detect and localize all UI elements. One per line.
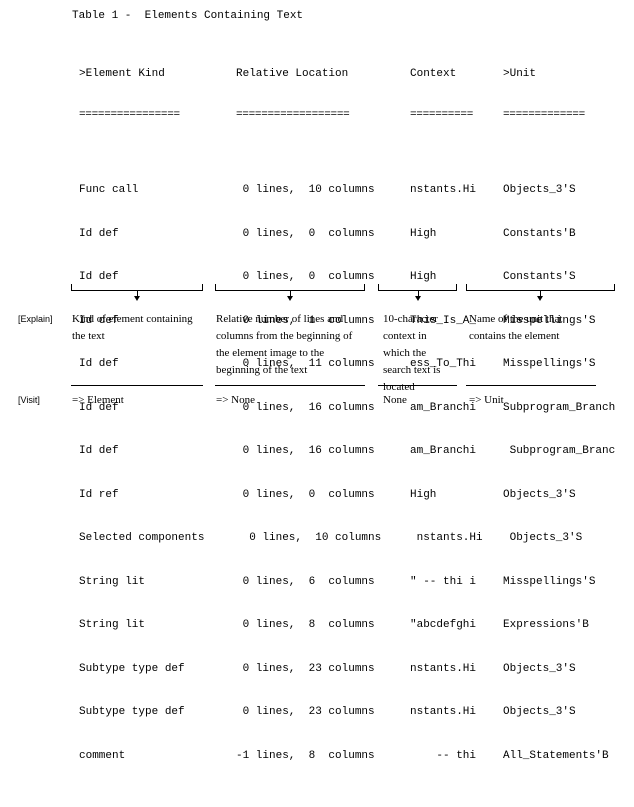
table-cell-kind: Subtype type def: [79, 662, 185, 675]
brace-context: [378, 284, 457, 301]
table-cell-context: -- thi: [410, 749, 477, 762]
table-cell-location: 0 lines, 0 columns: [236, 271, 375, 283]
visit-unit-link[interactable]: => Unit: [469, 392, 504, 409]
visit-label: [Visit]: [18, 395, 40, 405]
context-cells: nstants.Hi High High This_Is_A_ ess_To_T…: [410, 154, 483, 792]
table-cell-location: 0 lines, 16 columns: [236, 445, 375, 457]
table-cell-context: High: [410, 227, 437, 240]
table-cell-unit: All_Statements'B: [503, 749, 609, 762]
table-cell-unit: Objects_3'S: [503, 706, 576, 718]
table-cell-context: nstants.Hi: [410, 662, 477, 675]
table-cell-context: nstants.Hi: [410, 706, 477, 718]
table-cell-kind: Selected components: [79, 532, 205, 544]
table-cell-unit: Objects_3'S: [503, 532, 583, 544]
table-cell-location: 0 lines, 23 columns: [236, 662, 375, 675]
column-header-context: Context: [410, 68, 457, 80]
brace-unit: [466, 284, 615, 301]
table-cell-kind: Id def: [79, 445, 119, 457]
column-header-element-kind: >Element Kind: [79, 68, 165, 80]
table-cell-unit: Constants'B: [503, 227, 576, 240]
table-cell-kind: Id def: [79, 271, 119, 283]
table-cell-unit: Objects_3'S: [503, 488, 576, 501]
explain-unit: Name of the unit that contains the eleme…: [469, 313, 563, 342]
table-cell-location: 0 lines, 16 columns: [236, 401, 375, 414]
table-cell-unit: Constants'S: [503, 271, 576, 283]
divider: [215, 385, 365, 386]
table-cell-context: am_Branchi: [410, 445, 477, 457]
explain-relative-location: Relative number of lines and columns fro…: [216, 313, 353, 376]
table-cell-location: 0 lines, 6 columns: [236, 575, 375, 588]
table-cell-unit: Subprogram_Branch: [503, 401, 616, 414]
divider: [378, 385, 457, 386]
table-title: Table 1 - Elements Containing Text: [72, 10, 304, 22]
table-cell-kind: Id def: [79, 227, 119, 240]
table-cell-unit: Misspellings'S: [503, 575, 596, 588]
arrowhead-icon: [415, 296, 421, 301]
table-cell-location: 0 lines, 10 columns: [236, 532, 382, 544]
explain-element-kind: Kind of element containing the text: [72, 313, 193, 342]
table-cell-context: " -- thi i: [410, 575, 477, 588]
brace-element-kind: [71, 284, 203, 301]
table-cell-location: 0 lines, 0 columns: [236, 488, 375, 501]
table-cell-context: High: [410, 488, 437, 501]
column-separator: ==========: [410, 110, 474, 121]
table-cell-location: 0 lines, 23 columns: [236, 706, 375, 718]
table-cell-kind: comment: [79, 749, 126, 762]
table-cell-location: 0 lines, 10 columns: [236, 184, 375, 196]
column-separator: ==================: [236, 110, 350, 121]
kind-cells: Func call Id def Id def Id def Id def Id…: [79, 154, 204, 792]
table-cell-kind: Id def: [79, 358, 119, 370]
column-header-relative-location: Relative Location: [236, 68, 349, 80]
arrowhead-icon: [287, 296, 293, 301]
table-cell-context: nstants.Hi: [410, 532, 483, 544]
table-cell-location: -1 lines, 8 columns: [236, 749, 375, 762]
table-cell-unit: Expressions'B: [503, 619, 589, 631]
location-cells: 0 lines, 10 columns 0 lines, 0 columns 0…: [236, 154, 381, 792]
table-cell-unit: Objects_3'S: [503, 662, 576, 675]
table-cell-kind: String lit: [79, 619, 146, 631]
divider: [71, 385, 203, 386]
table-cell-kind: String lit: [79, 575, 146, 588]
brace-relative-location: [215, 284, 365, 301]
visit-context: None: [383, 394, 407, 406]
table-cell-location: 0 lines, 0 columns: [236, 227, 375, 240]
unit-cells: Objects_3'S Constants'B Constants'S Miss…: [503, 154, 615, 792]
table-cell-kind: Subtype type def: [79, 706, 185, 718]
table-cell-context: nstants.Hi: [410, 184, 477, 196]
table-cell-unit: Objects_3'S: [503, 184, 576, 196]
arrowhead-icon: [134, 296, 140, 301]
column-element-kind: >Element Kind ================ Func call…: [79, 38, 204, 807]
divider: [466, 385, 596, 386]
table-cell-kind: Id ref: [79, 488, 119, 501]
table-cell-kind: Func call: [79, 184, 139, 196]
column-separator: =============: [503, 110, 585, 121]
column-context: Context ========== nstants.Hi High High …: [410, 38, 483, 807]
column-separator: ================: [79, 110, 180, 121]
table-cell-context: "abcdefghi: [410, 619, 477, 631]
column-relative-location: Relative Location ================== 0 l…: [236, 38, 381, 807]
table-cell-location: 0 lines, 8 columns: [236, 619, 375, 631]
visit-location: => None: [216, 394, 255, 406]
column-unit: >Unit ============= Objects_3'S Constant…: [503, 38, 615, 807]
table-cell-context: High: [410, 271, 437, 283]
visit-element-link[interactable]: => Element: [72, 392, 124, 409]
table-cell-unit: Subprogram_Branc: [503, 445, 616, 457]
column-header-unit: >Unit: [503, 68, 537, 80]
table-cell-unit: Misspellings'S: [503, 358, 596, 370]
arrowhead-icon: [537, 296, 543, 301]
explain-context: 10-character context in which the search…: [383, 313, 441, 393]
explain-label: [Explain]: [18, 314, 53, 324]
